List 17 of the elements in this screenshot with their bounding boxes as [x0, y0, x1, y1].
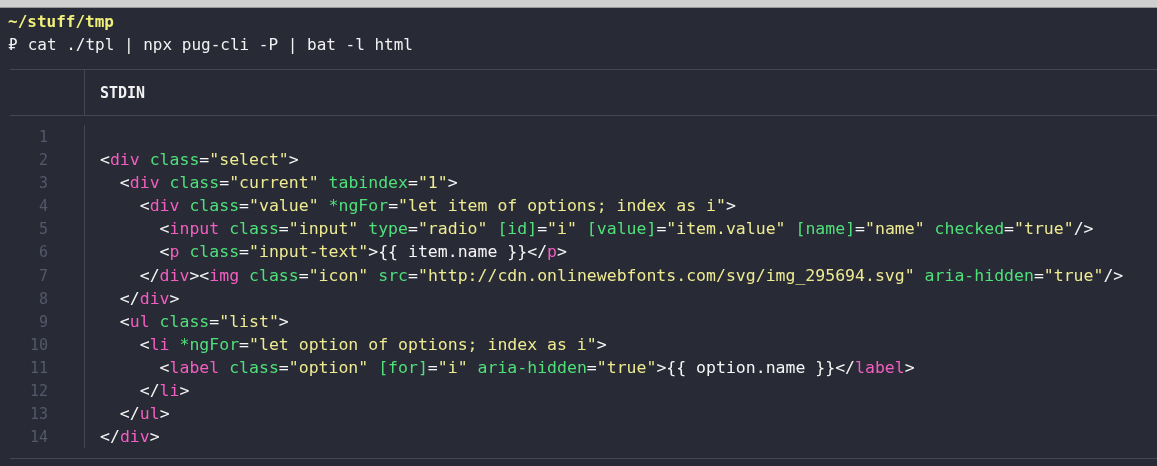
file-header: STDIN: [100, 83, 146, 102]
command-text: cat ./tpl | npx pug-cli -P | bat -l html: [27, 35, 413, 54]
code-line: <input class="input" type="radio" [id]="i" [value]="item.value" [name]="name" checked="true"/>: [158, 219, 1094, 239]
code-line: </div>: [118, 288, 180, 308]
code-line: <li *ngFor="let option of options; index as i">: [138, 334, 607, 354]
code-line: <label class="option" [for]="i" aria-hidden="true">{{ option.name }}</label>: [158, 357, 915, 377]
code-line: </div><img class="icon" src="http://cdn.onlinewebfonts.com/svg/img_295694.svg" aria-hidden="true"/>: [138, 265, 1124, 285]
code-line: <div class="select">: [100, 150, 299, 170]
code-line: </ul>: [118, 404, 170, 424]
prompt-symbol: ₽: [8, 35, 18, 54]
code-line: <div class="value" *ngFor="let item of options; index as i">: [138, 196, 736, 216]
code-line: <p class="input-text">{{ item.name }}</p>: [158, 242, 567, 262]
directory-path: ~/stuff/tmp: [8, 11, 115, 33]
code-line: <div class="current" tabindex="1">: [118, 173, 458, 193]
code-line: <ul class="list">: [118, 311, 289, 331]
code-line: </div>: [100, 427, 160, 447]
code-line: </li>: [138, 381, 190, 401]
